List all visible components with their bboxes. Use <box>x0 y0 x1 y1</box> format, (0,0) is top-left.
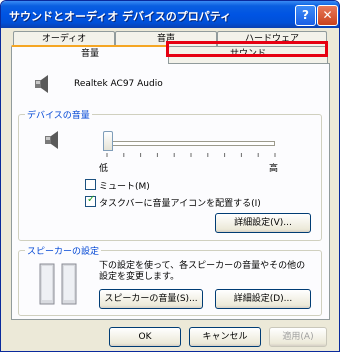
device-name: Realtek AC97 Audio <box>74 79 163 89</box>
speakers-icon <box>39 263 77 305</box>
title-bar[interactable]: サウンドとオーディオ デバイスのプロパティ ? ✕ <box>1 1 339 28</box>
slider-ticks <box>106 153 276 157</box>
speaker-settings-label: スピーカーの設定 <box>25 244 102 257</box>
device-advanced-button[interactable]: 詳細設定(V)... <box>215 213 311 233</box>
taskbar-icon-checkbox[interactable]: ✓ <box>85 194 96 207</box>
volume-slider-thumb[interactable] <box>103 131 113 151</box>
slider-low-label: 低 <box>99 164 109 174</box>
mute-label: ミュート(M) <box>99 182 150 192</box>
ok-button[interactable]: OK <box>109 327 181 347</box>
speaker-settings-group: スピーカーの設定 下の設定を使って、各スピーカーの音量やその他の設定を変更します… <box>18 244 322 316</box>
volume-icon <box>45 131 58 149</box>
slider-high-label: 高 <box>269 164 279 174</box>
help-button[interactable]: ? <box>295 5 316 26</box>
cancel-button[interactable]: キャンセル <box>189 327 261 347</box>
speaker-description: 下の設定を使って、各スピーカーの音量やその他の設定を変更します。 <box>99 261 306 282</box>
speaker-advanced-button[interactable]: 詳細設定(D)... <box>215 289 311 309</box>
check-icon: ✓ <box>87 194 96 205</box>
mute-checkbox[interactable] <box>85 179 96 190</box>
tab-panel: Realtek AC97 Audio デバイスの音量 低 高 ミュート(M) ✓… <box>11 63 330 320</box>
speaker-volume-button[interactable]: スピーカーの音量(S)... <box>99 289 203 309</box>
apply-button[interactable]: 適用(A) <box>269 327 327 347</box>
device-volume-label: デバイスの音量 <box>25 108 92 121</box>
close-button[interactable]: ✕ <box>317 5 338 26</box>
taskbar-icon-label: タスクバーに音量アイコンを配置する(I) <box>99 199 261 209</box>
volume-slider-track[interactable] <box>103 141 275 146</box>
window-title: サウンドとオーディオ デバイスのプロパティ <box>9 10 232 23</box>
speaker-icon <box>35 75 48 93</box>
tab-highlight-box <box>166 41 328 57</box>
tab-volume[interactable]: 音量 <box>11 45 169 64</box>
properties-dialog: サウンドとオーディオ デバイスのプロパティ ? ✕ オーディオ 音声 ハードウェ… <box>0 0 340 352</box>
device-volume-group: デバイスの音量 低 高 ミュート(M) ✓ タスクバーに音量アイコンを配置する(… <box>18 108 322 241</box>
